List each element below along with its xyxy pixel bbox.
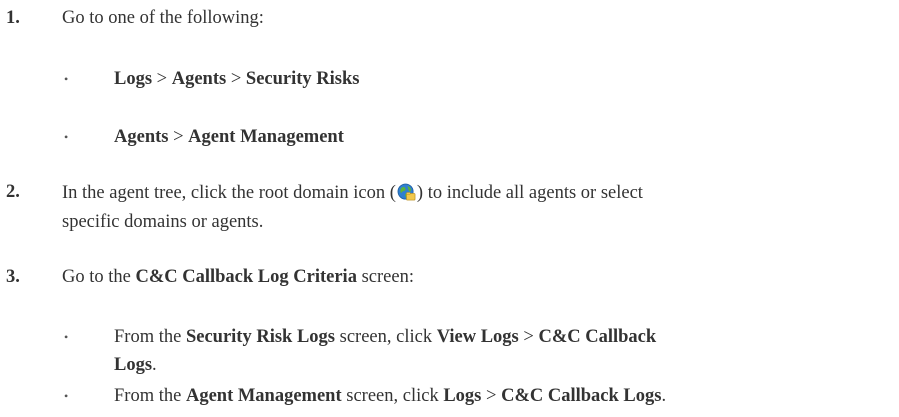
screen-name: C&C Callback Log Criteria bbox=[135, 267, 357, 287]
path-separator: > bbox=[168, 127, 189, 147]
bullet: • bbox=[64, 330, 69, 344]
path-segment: Security Risks bbox=[245, 69, 360, 89]
instruction-agent-management: From the Agent Management screen, click … bbox=[114, 386, 667, 406]
path-separator: > bbox=[226, 69, 246, 89]
instruction-continuation: Logs. bbox=[114, 355, 157, 375]
path-segment: Logs bbox=[114, 69, 153, 89]
step-text: Go to the C&C Callback Log Criteria scre… bbox=[62, 267, 414, 287]
path-separator: > bbox=[152, 69, 172, 89]
step-number: 3. bbox=[6, 267, 20, 287]
path-segment: Agents bbox=[114, 127, 169, 147]
step-number: 2. bbox=[6, 182, 20, 202]
step-number: 1. bbox=[6, 8, 20, 28]
step-text-continuation: specific domains or agents. bbox=[62, 212, 264, 232]
globe-domain-icon bbox=[397, 183, 416, 202]
bullet: • bbox=[64, 72, 69, 86]
nav-path-security-risks: Logs > Agents > Security Risks bbox=[114, 70, 359, 89]
bullet: • bbox=[64, 130, 69, 144]
nav-path-agent-management: Agents > Agent Management bbox=[114, 128, 344, 147]
step-text: Go to one of the following: bbox=[62, 8, 264, 28]
bullet: • bbox=[64, 389, 69, 403]
instruction-security-risk-logs: From the Security Risk Logs screen, clic… bbox=[114, 327, 657, 347]
path-segment: Agent Management bbox=[188, 127, 344, 147]
step-text: In the agent tree, click the root domain… bbox=[62, 183, 643, 203]
path-segment: Agents bbox=[171, 69, 227, 89]
